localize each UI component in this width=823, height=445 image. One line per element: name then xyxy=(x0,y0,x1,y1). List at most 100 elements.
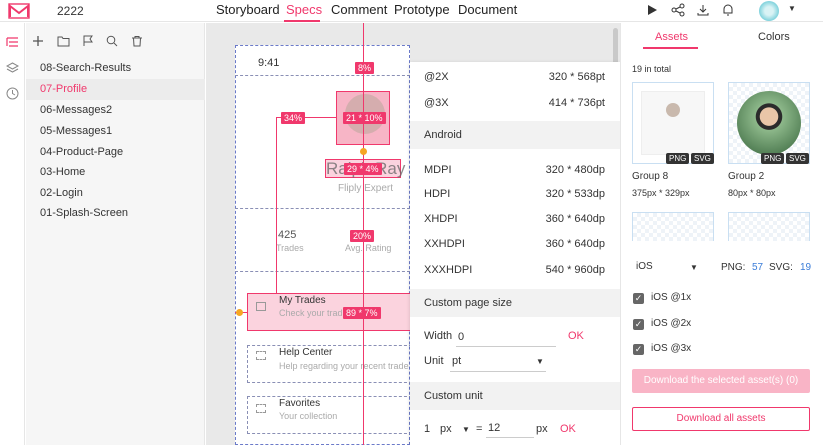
download-all-button[interactable]: Download all assets xyxy=(632,407,810,431)
res-option-value[interactable]: 320 * 568pt xyxy=(495,71,605,83)
stats-divider xyxy=(235,271,410,272)
asset-preview xyxy=(641,91,705,155)
res-option-label[interactable]: XXXHDPI xyxy=(424,264,472,276)
platform-select[interactable]: iOS xyxy=(636,261,653,272)
unit-label: Unit xyxy=(424,355,444,367)
plus-icon[interactable] xyxy=(32,35,44,47)
asset-thumbnail[interactable] xyxy=(632,212,714,241)
res-option-label[interactable]: MDPI xyxy=(424,164,452,176)
tab-assets[interactable]: Assets xyxy=(655,31,688,43)
custom-unit-input[interactable] xyxy=(486,418,534,438)
custom-unit-left-value: 1 xyxy=(424,423,431,435)
trash-icon[interactable] xyxy=(131,35,143,47)
asset-size: 375px * 329px xyxy=(632,188,690,198)
measure-badge: 8% xyxy=(355,62,375,74)
page-item-login[interactable]: 02-Login xyxy=(26,183,205,204)
row-title: Help Center xyxy=(279,347,333,358)
search-icon[interactable] xyxy=(106,35,118,47)
status-bar-time: 9:41 xyxy=(258,57,280,69)
tab-colors[interactable]: Colors xyxy=(758,31,790,43)
width-label: Width xyxy=(424,330,453,342)
asset-preview-avatar xyxy=(666,103,680,117)
measure-line-vertical xyxy=(276,117,277,293)
res-option-label[interactable]: XXHDPI xyxy=(424,238,465,250)
checkbox-ios-3x[interactable]: ✓ xyxy=(633,344,644,355)
width-input[interactable] xyxy=(456,327,556,347)
checkbox-label: iOS @2x xyxy=(651,318,692,329)
tab-comment[interactable]: Comment xyxy=(331,2,387,17)
custom-unit-left-select[interactable]: px xyxy=(440,423,452,435)
res-option-label[interactable]: @2X xyxy=(424,71,449,83)
help-icon xyxy=(256,351,266,360)
res-option-label[interactable]: XHDPI xyxy=(424,213,458,225)
trades-count: 425 xyxy=(278,229,297,241)
res-option-label[interactable]: @3X xyxy=(424,97,449,109)
chevron-down-icon[interactable]: ▼ xyxy=(690,263,698,272)
page-item-search-results[interactable]: 08-Search-Results xyxy=(26,58,205,79)
asset-thumbnail[interactable] xyxy=(728,212,810,241)
png-badge: PNG xyxy=(761,153,785,164)
download-selected-button[interactable]: Download the selected asset(s) (0) xyxy=(632,369,810,393)
asset-thumbnail[interactable] xyxy=(632,82,714,164)
profile-role: Fliply Expert xyxy=(338,183,394,194)
app-logo-icon[interactable] xyxy=(8,3,30,19)
res-option-value[interactable]: 360 * 640dp xyxy=(495,238,605,250)
flag-icon[interactable] xyxy=(82,35,94,47)
active-tab-indicator xyxy=(284,20,320,22)
svg-count-label: SVG: xyxy=(769,262,793,273)
width-ok-button[interactable]: OK xyxy=(568,330,584,342)
trades-icon xyxy=(256,302,266,311)
anchor-dot xyxy=(360,148,367,155)
download-icon[interactable] xyxy=(696,3,710,17)
checkbox-ios-1x[interactable]: ✓ xyxy=(633,293,644,304)
tab-prototype[interactable]: Prototype xyxy=(394,2,450,17)
android-section-header: Android xyxy=(410,121,620,149)
chevron-down-icon[interactable]: ▼ xyxy=(462,425,470,434)
unit-select[interactable]: pt xyxy=(450,352,546,372)
page-item-splash-screen[interactable]: 01-Splash-Screen xyxy=(26,203,205,224)
measure-badge: 20% xyxy=(350,230,375,242)
asset-thumbnail[interactable] xyxy=(728,82,810,164)
custom-unit-ok-button[interactable]: OK xyxy=(560,423,576,435)
tab-storyboard[interactable]: Storyboard xyxy=(216,2,280,17)
checkbox-label: iOS @1x xyxy=(651,292,692,303)
chevron-down-icon[interactable]: ▼ xyxy=(536,357,544,366)
measure-badge: 34% xyxy=(281,112,306,124)
history-icon[interactable] xyxy=(6,87,19,100)
play-icon[interactable] xyxy=(645,3,659,17)
res-option-value[interactable]: 320 * 480dp xyxy=(495,164,605,176)
page-item-messages2[interactable]: 06-Messages2 xyxy=(26,100,205,121)
folder-icon[interactable] xyxy=(57,35,70,47)
res-option-value[interactable]: 414 * 736pt xyxy=(495,97,605,109)
svg-count: 19 xyxy=(800,262,812,273)
png-count: 57 xyxy=(752,262,764,273)
page-item-product-page[interactable]: 04-Product-Page xyxy=(26,142,205,163)
bell-icon[interactable] xyxy=(721,3,735,17)
asset-size: 80px * 80px xyxy=(728,188,776,198)
page-item-messages1[interactable]: 05-Messages1 xyxy=(26,121,205,142)
assets-count: 19 in total xyxy=(632,64,672,74)
checkbox-ios-2x[interactable]: ✓ xyxy=(633,319,644,330)
anchor-dot xyxy=(236,309,243,316)
layers-list-icon[interactable] xyxy=(6,36,19,49)
res-option-label[interactable]: HDPI xyxy=(424,188,450,200)
user-avatar[interactable] xyxy=(759,1,779,21)
status-bar-divider xyxy=(235,75,410,76)
tab-document[interactable]: Document xyxy=(458,2,517,17)
measure-badge: 29 * 4% xyxy=(344,163,382,175)
share-icon[interactable] xyxy=(671,3,685,17)
header-divider xyxy=(235,208,410,209)
res-option-value[interactable]: 320 * 533dp xyxy=(495,188,605,200)
rating-label: Avg. Rating xyxy=(345,243,392,253)
stack-icon[interactable] xyxy=(6,62,19,75)
res-option-value[interactable]: 540 * 960dp xyxy=(495,264,605,276)
tab-specs[interactable]: Specs xyxy=(286,2,322,17)
page-item-home[interactable]: 03-Home xyxy=(26,162,205,183)
project-name[interactable]: 2222 xyxy=(57,4,84,18)
res-option-value[interactable]: 360 * 640dp xyxy=(495,213,605,225)
measure-badge: 21 * 10% xyxy=(343,112,386,124)
png-badge: PNG xyxy=(666,153,690,164)
active-tab-indicator xyxy=(643,47,698,49)
page-item-profile[interactable]: 07-Profile xyxy=(26,79,205,100)
chevron-down-icon[interactable]: ▼ xyxy=(788,4,796,13)
